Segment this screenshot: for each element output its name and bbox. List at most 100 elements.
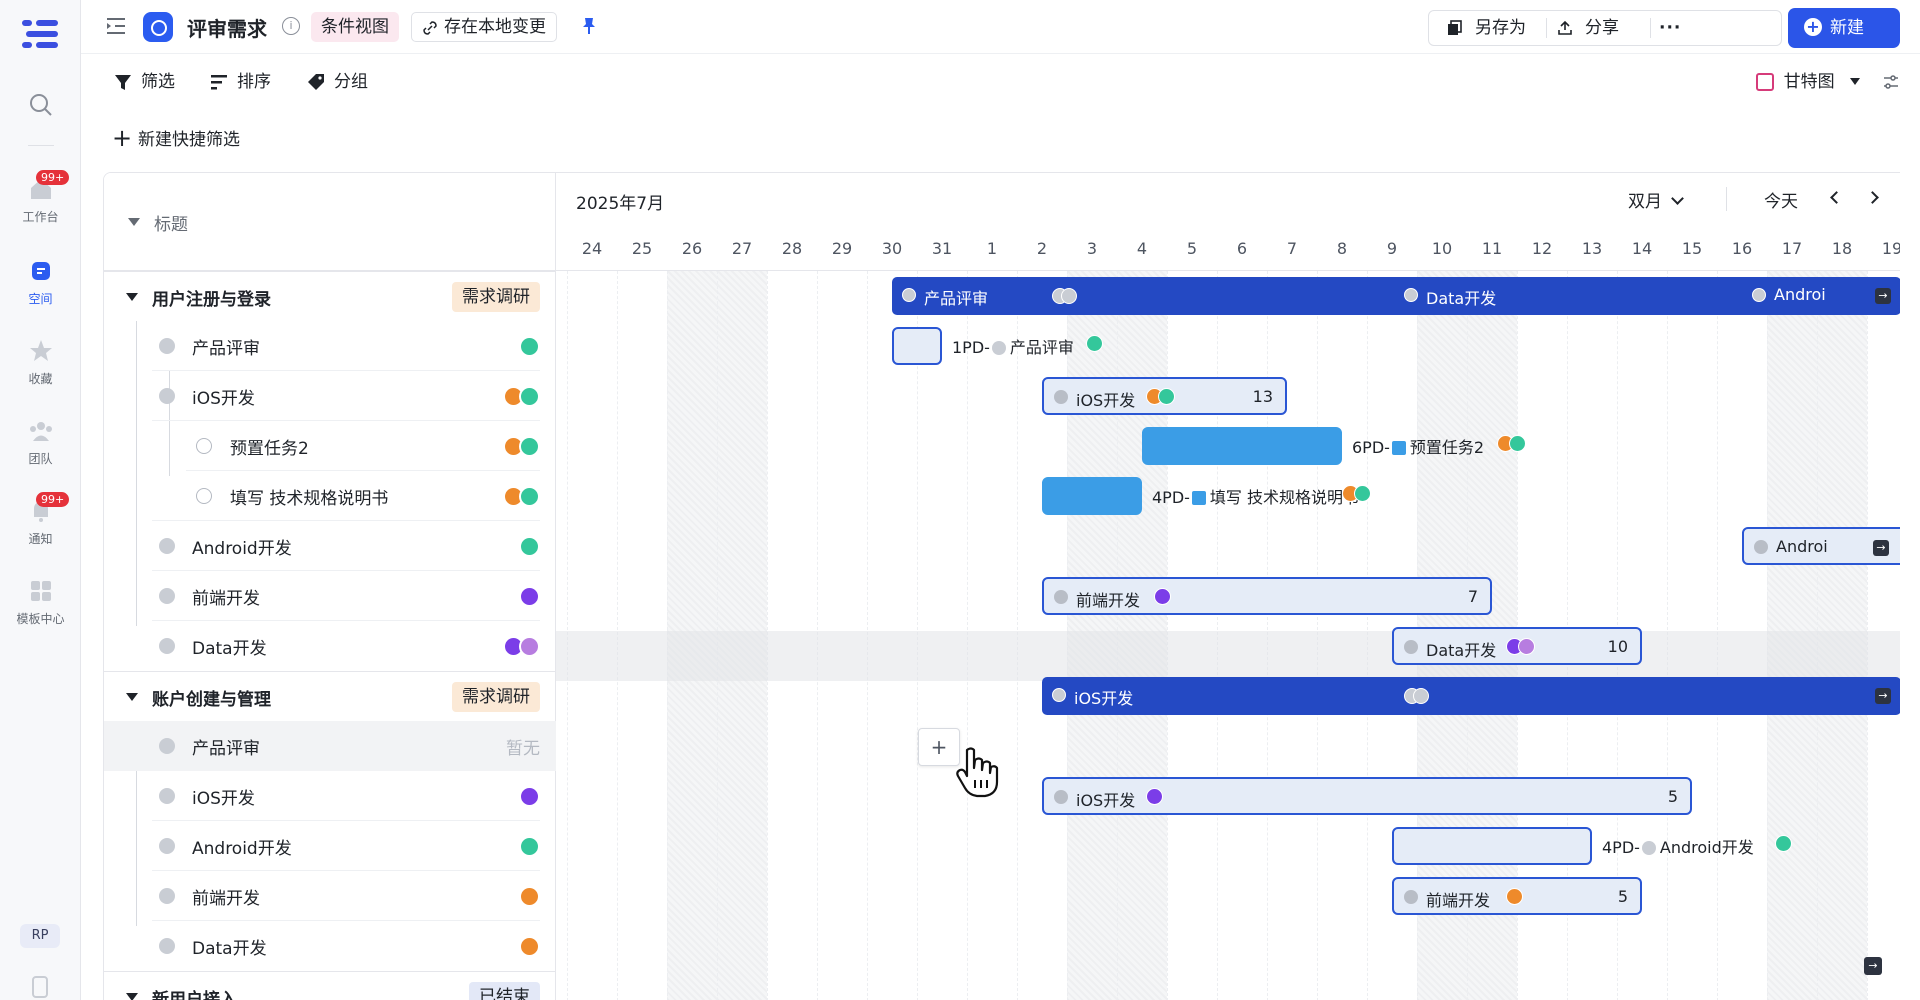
rail-templates[interactable]: 模板中心 — [0, 578, 81, 627]
summary-bar[interactable]: 产品评审 Data开发 Androi → — [892, 277, 1900, 315]
bar-external-label: 4PD- 填写 技术规格说明书 — [1152, 484, 1359, 508]
task-row[interactable]: Data开发 — [104, 921, 556, 971]
rail-workbench[interactable]: 99+ 工作台 — [0, 170, 81, 225]
unlink-icon — [423, 21, 437, 35]
hover-row-highlight — [556, 631, 1900, 681]
left-rail: 99+ 工作台 空间 收藏 团队 99+ 通知 模板中心 RP — [0, 0, 81, 1000]
task-title: 填写 技术规格说明书 — [230, 489, 389, 509]
duration-text: 1PD- — [952, 338, 990, 357]
toolbar: 筛选 排序 分组 甘特图 — [81, 54, 1920, 110]
task-title: 预置任务2 — [230, 439, 309, 459]
task-row[interactable]: Data开发 — [104, 621, 556, 671]
bar-count: 10 — [1607, 637, 1628, 656]
day-label: 16 — [1731, 239, 1753, 258]
group-row[interactable]: 账户创建与管理 需求调研 — [104, 671, 556, 721]
prev-icon[interactable] — [1830, 191, 1843, 204]
info-icon[interactable]: i — [282, 17, 300, 35]
group-caret-icon[interactable] — [126, 693, 138, 701]
sort-label: 排序 — [237, 72, 271, 92]
task-bar[interactable]: iOS开发 13 — [1042, 377, 1287, 415]
rail-space[interactable]: 空间 — [0, 258, 81, 307]
status-dot[interactable] — [159, 888, 175, 904]
page-title: 评审需求 — [187, 17, 267, 41]
task-row[interactable]: 前端开发 — [104, 571, 556, 621]
settings-sliders-icon[interactable] — [1882, 73, 1900, 91]
group-row[interactable]: 新用户接入 已结束 — [104, 971, 556, 1000]
bar-label: 前端开发 — [1426, 891, 1491, 910]
group-button[interactable]: 分组 — [306, 70, 368, 94]
rail-favorites[interactable]: 收藏 — [0, 338, 81, 387]
task-row[interactable]: 预置任务2 — [104, 421, 556, 471]
task-bar[interactable]: iOS开发 5 — [1042, 777, 1692, 815]
collapse-all-icon[interactable] — [128, 218, 140, 226]
pin-icon[interactable] — [581, 17, 597, 35]
rail-notifications[interactable]: 99+ 通知 — [0, 492, 81, 547]
status-badge: 需求调研 — [452, 282, 540, 312]
group-title: 账户创建与管理 — [152, 690, 271, 710]
task-title: 产品评审 — [192, 339, 260, 359]
arrow-right-icon[interactable]: → — [1875, 688, 1891, 704]
next-icon[interactable] — [1866, 191, 1879, 204]
day-label: 26 — [681, 239, 703, 258]
status-dot[interactable] — [196, 438, 212, 454]
share-button[interactable]: 分享 — [1557, 11, 1619, 45]
task-bar[interactable]: 前端开发 7 — [1042, 577, 1492, 615]
status-dot[interactable] — [196, 488, 212, 504]
app-logo[interactable] — [22, 20, 58, 48]
save-as-button[interactable]: 另存为 — [1447, 11, 1526, 45]
task-bar[interactable] — [892, 327, 942, 365]
task-row[interactable]: 产品评审 — [104, 321, 556, 371]
view-switcher[interactable]: 甘特图 — [1755, 70, 1860, 94]
task-row[interactable]: iOS开发 — [104, 771, 556, 821]
task-row[interactable]: 填写 技术规格说明书 — [104, 471, 556, 521]
task-bar[interactable] — [1392, 827, 1592, 865]
status-dot[interactable] — [159, 938, 175, 954]
rail-search[interactable] — [0, 92, 81, 124]
rail-team[interactable]: 团队 — [0, 418, 81, 467]
task-row[interactable]: 前端开发 — [104, 871, 556, 921]
status-dot[interactable] — [159, 538, 175, 554]
task-bar[interactable]: 前端开发 5 — [1392, 877, 1642, 915]
avatar — [1154, 588, 1171, 605]
task-tree: 标题 用户注册与登录 需求调研 产品评审 iOS开发 预置任务2 填写 技术规格… — [104, 173, 556, 1000]
sidebar-toggle-icon[interactable] — [105, 16, 127, 36]
arrow-right-icon[interactable]: → — [1864, 957, 1882, 975]
today-button[interactable]: 今天 — [1764, 187, 1798, 212]
rail-label: 工作台 — [22, 210, 59, 224]
filter-button[interactable]: 筛选 — [113, 70, 175, 94]
status-dot[interactable] — [159, 838, 175, 854]
scale-dropdown[interactable]: 双月 — [1628, 187, 1684, 212]
status-dot[interactable] — [159, 588, 175, 604]
group-caret-icon[interactable] — [126, 293, 138, 301]
add-task-button[interactable]: + — [918, 728, 960, 766]
group-caret-icon[interactable] — [126, 993, 138, 1000]
more-button[interactable]: ··· — [1659, 11, 1681, 45]
arrow-right-icon[interactable]: → — [1873, 540, 1889, 556]
status-dot[interactable] — [159, 388, 175, 404]
summary-bar[interactable]: iOS开发 → — [1042, 677, 1900, 715]
template-icon — [30, 581, 51, 601]
day-label: 27 — [731, 239, 753, 258]
user-avatar[interactable]: RP — [20, 924, 60, 948]
task-row[interactable]: Android开发 — [104, 521, 556, 571]
status-dot[interactable] — [159, 788, 175, 804]
status-dot[interactable] — [159, 338, 175, 354]
mobile-icon[interactable] — [31, 976, 49, 998]
new-quick-filter-button[interactable]: 新建快捷筛选 — [110, 126, 240, 152]
task-bar[interactable] — [1042, 477, 1142, 515]
task-row[interactable]: 产品评审 暂无 — [104, 721, 556, 771]
task-row[interactable]: Android开发 — [104, 821, 556, 871]
status-dot[interactable] — [159, 738, 175, 754]
group-row[interactable]: 用户注册与登录 需求调研 — [104, 271, 556, 321]
task-bar[interactable] — [1142, 427, 1342, 465]
arrow-right-icon[interactable]: → — [1875, 288, 1891, 304]
avatar — [519, 936, 540, 957]
local-changes-chip[interactable]: 存在本地变更 — [411, 12, 557, 42]
task-row[interactable]: iOS开发 — [104, 371, 556, 421]
condition-view-chip[interactable]: 条件视图 — [311, 12, 399, 42]
task-bar[interactable]: Androi → — [1742, 527, 1900, 565]
task-bar[interactable]: Data开发 10 — [1392, 627, 1642, 665]
sort-button[interactable]: 排序 — [209, 70, 271, 94]
new-button[interactable]: 新建 — [1788, 8, 1900, 48]
status-dot[interactable] — [159, 638, 175, 654]
